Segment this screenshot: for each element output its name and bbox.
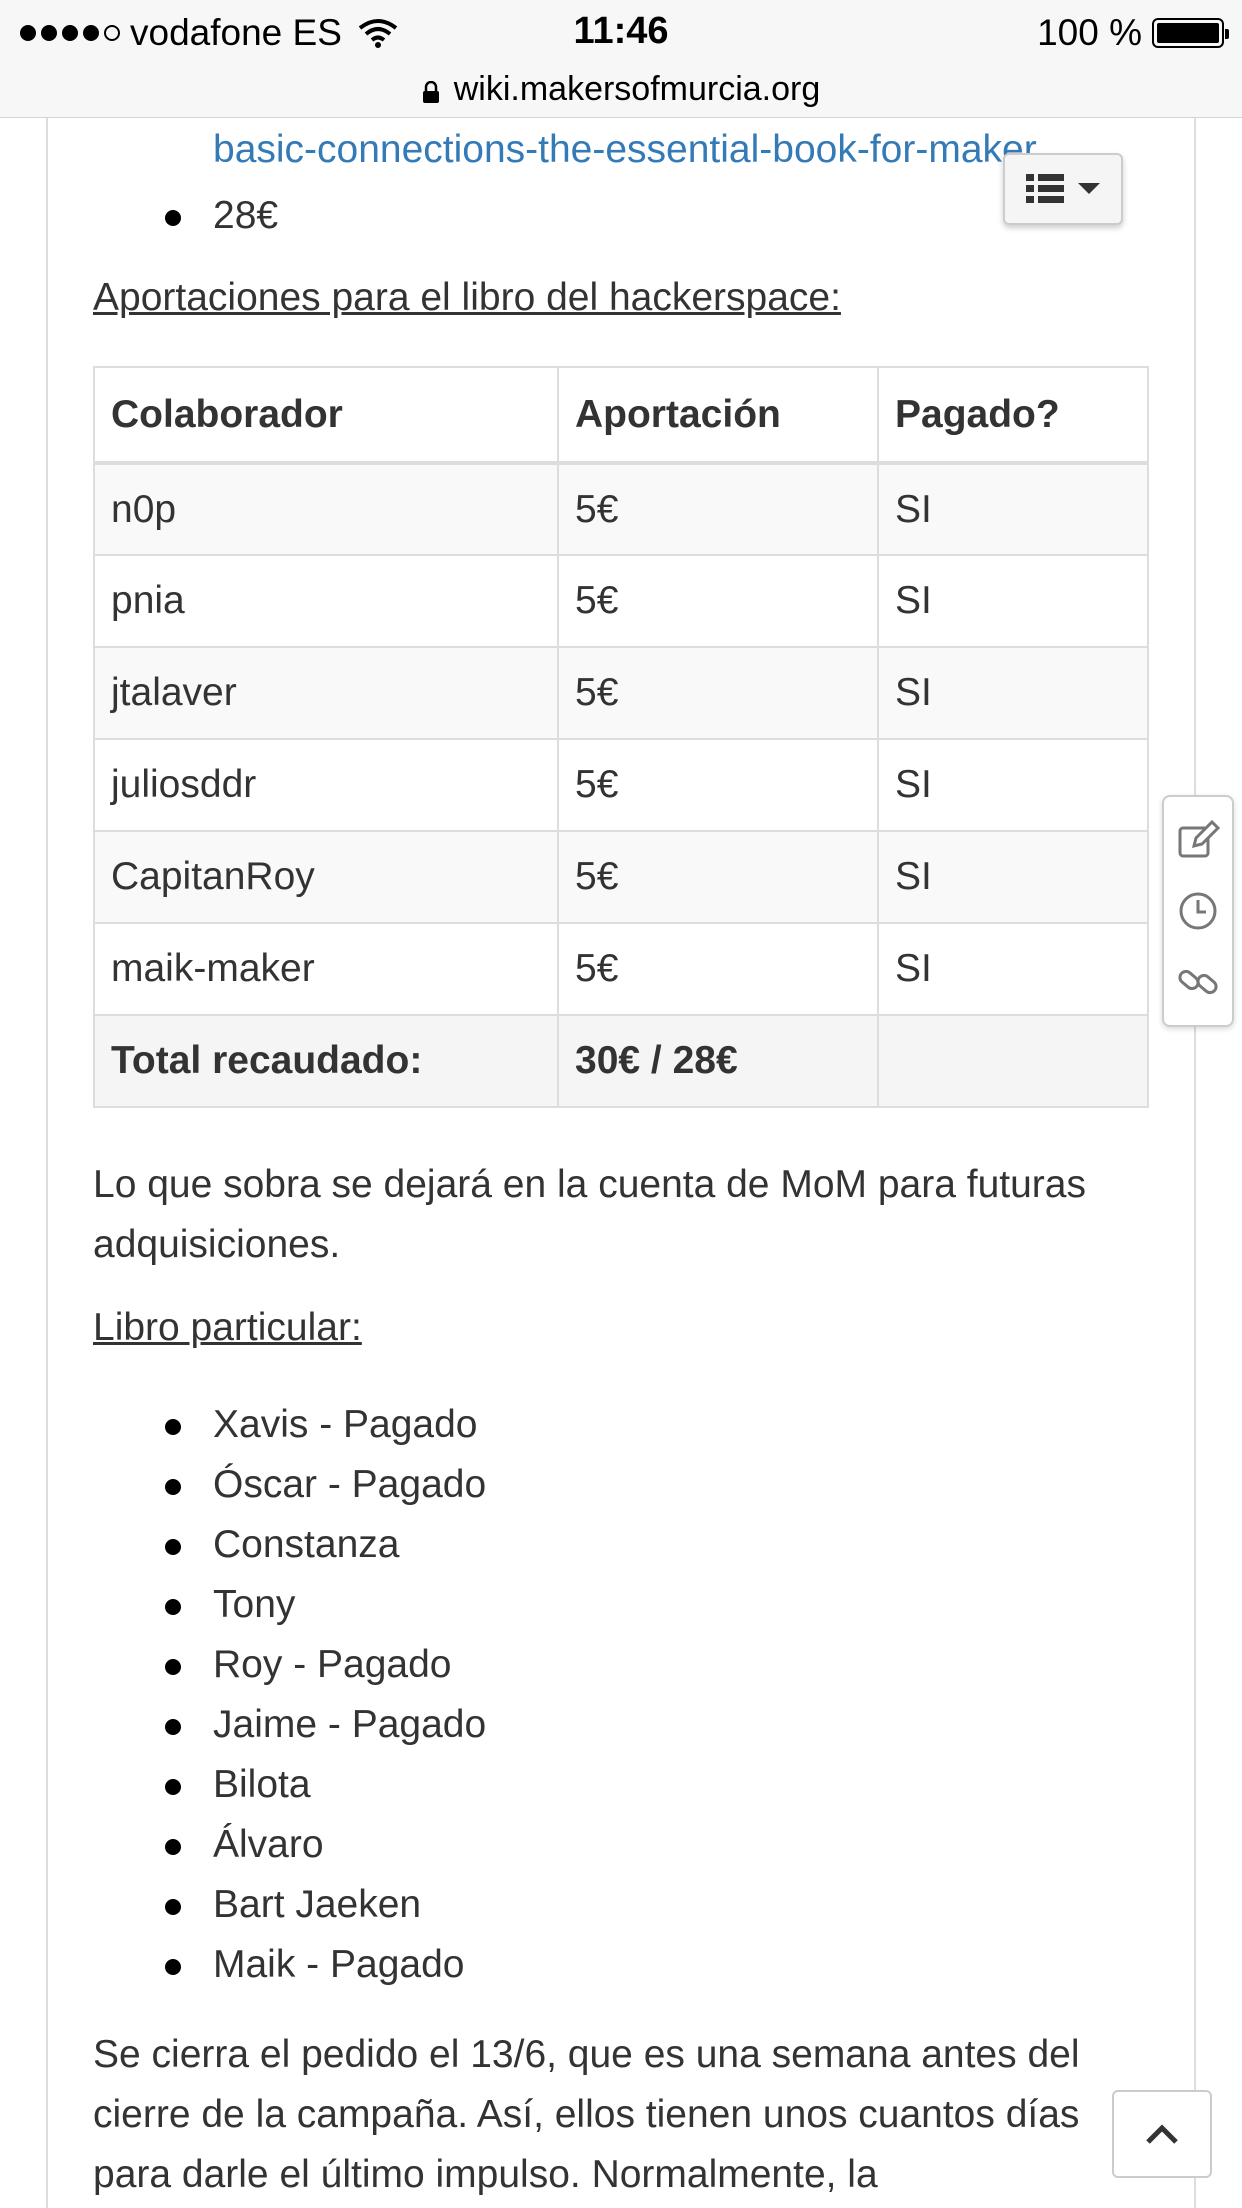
table-cell: SI bbox=[877, 830, 1149, 924]
table-cell: jtalaver bbox=[93, 646, 559, 740]
total-value: 30€ / 28€ bbox=[557, 1014, 879, 1108]
table-cell: 5€ bbox=[557, 646, 879, 740]
page-tools bbox=[1162, 795, 1234, 1027]
list-item: Álvaro bbox=[93, 1815, 1148, 1875]
list-item: Roy - Pagado bbox=[93, 1635, 1148, 1695]
edit-icon[interactable] bbox=[1176, 818, 1220, 862]
battery-percent: 100 % bbox=[1037, 12, 1142, 53]
table-cell: maik-maker bbox=[93, 922, 559, 1016]
back-to-top-button[interactable] bbox=[1112, 2090, 1212, 2178]
battery-icon bbox=[1152, 18, 1229, 48]
table-cell: SI bbox=[877, 462, 1149, 556]
table-cell: 5€ bbox=[557, 830, 879, 924]
table-cell: SI bbox=[877, 738, 1149, 832]
table-cell: 5€ bbox=[557, 922, 879, 1016]
table-cell: CapitanRoy bbox=[93, 830, 559, 924]
table-header-row: Colaborador Aportación Pagado? bbox=[93, 366, 1149, 465]
people-list: Xavis - Pagado Óscar - Pagado Constanza … bbox=[93, 1395, 1148, 1995]
list-item: Bart Jaeken bbox=[93, 1875, 1148, 1935]
chevron-up-icon bbox=[1146, 2124, 1178, 2144]
column-header: Pagado? bbox=[877, 366, 1149, 465]
table-row: CapitanRoy 5€ SI bbox=[93, 830, 1149, 924]
list-item: Óscar - Pagado bbox=[93, 1455, 1148, 1515]
table-cell: SI bbox=[877, 646, 1149, 740]
caret-down-icon bbox=[1078, 183, 1100, 194]
toc-button[interactable] bbox=[1003, 153, 1123, 225]
table-row: juliosddr 5€ SI bbox=[93, 738, 1149, 832]
table-cell: n0p bbox=[93, 462, 559, 556]
column-header: Aportación bbox=[557, 366, 879, 465]
list-item: Bilota bbox=[93, 1755, 1148, 1815]
total-label: Total recaudado: bbox=[93, 1014, 559, 1108]
list-item: Tony bbox=[93, 1575, 1148, 1635]
status-bar: vodafone ES 11:46 100 % bbox=[0, 0, 1242, 62]
url-bar[interactable]: wiki.makersofmurcia.org bbox=[0, 62, 1242, 118]
table-row: maik-maker 5€ SI bbox=[93, 922, 1149, 1016]
table-cell: SI bbox=[877, 554, 1149, 648]
list-item: 28€ bbox=[93, 186, 1148, 246]
list-item: Maik - Pagado bbox=[93, 1935, 1148, 1995]
paragraph-order-close: Se cierra el pedido el 13/6, que es una … bbox=[93, 2033, 1080, 2196]
table-row: n0p 5€ SI bbox=[93, 462, 1149, 556]
table-total-row: Total recaudado: 30€ / 28€ bbox=[93, 1014, 1149, 1108]
column-header: Colaborador bbox=[93, 366, 559, 465]
section-heading-personal: Libro particular: bbox=[93, 1306, 362, 1349]
paragraph-leftover: Lo que sobra se dejará en la cuenta de M… bbox=[93, 1163, 1086, 1266]
table-cell: juliosddr bbox=[93, 738, 559, 832]
clock-icon[interactable] bbox=[1176, 889, 1220, 933]
section-heading-hackerspace: Aportaciones para el libro del hackerspa… bbox=[93, 276, 841, 319]
table-row: pnia 5€ SI bbox=[93, 554, 1149, 648]
contributions-table: Colaborador Aportación Pagado? n0p 5€ SI… bbox=[93, 366, 1149, 1108]
link-icon[interactable] bbox=[1176, 960, 1220, 1004]
list-icon bbox=[1026, 174, 1064, 203]
url-domain: wiki.makersofmurcia.org bbox=[453, 70, 821, 108]
lock-icon bbox=[422, 80, 439, 103]
list-item: Xavis - Pagado bbox=[93, 1395, 1148, 1455]
table-cell: pnia bbox=[93, 554, 559, 648]
book-link[interactable]: basic-connections-the-essential-book-for… bbox=[213, 128, 1123, 172]
table-cell bbox=[877, 1014, 1149, 1108]
table-cell: 5€ bbox=[557, 462, 879, 556]
battery-status: 100 % bbox=[1037, 12, 1229, 54]
table-row: jtalaver 5€ SI bbox=[93, 646, 1149, 740]
table-cell: SI bbox=[877, 922, 1149, 1016]
list-item: Jaime - Pagado bbox=[93, 1695, 1148, 1755]
price-list: 28€ bbox=[93, 186, 1148, 246]
table-cell: 5€ bbox=[557, 738, 879, 832]
list-item: Constanza bbox=[93, 1515, 1148, 1575]
table-cell: 5€ bbox=[557, 554, 879, 648]
